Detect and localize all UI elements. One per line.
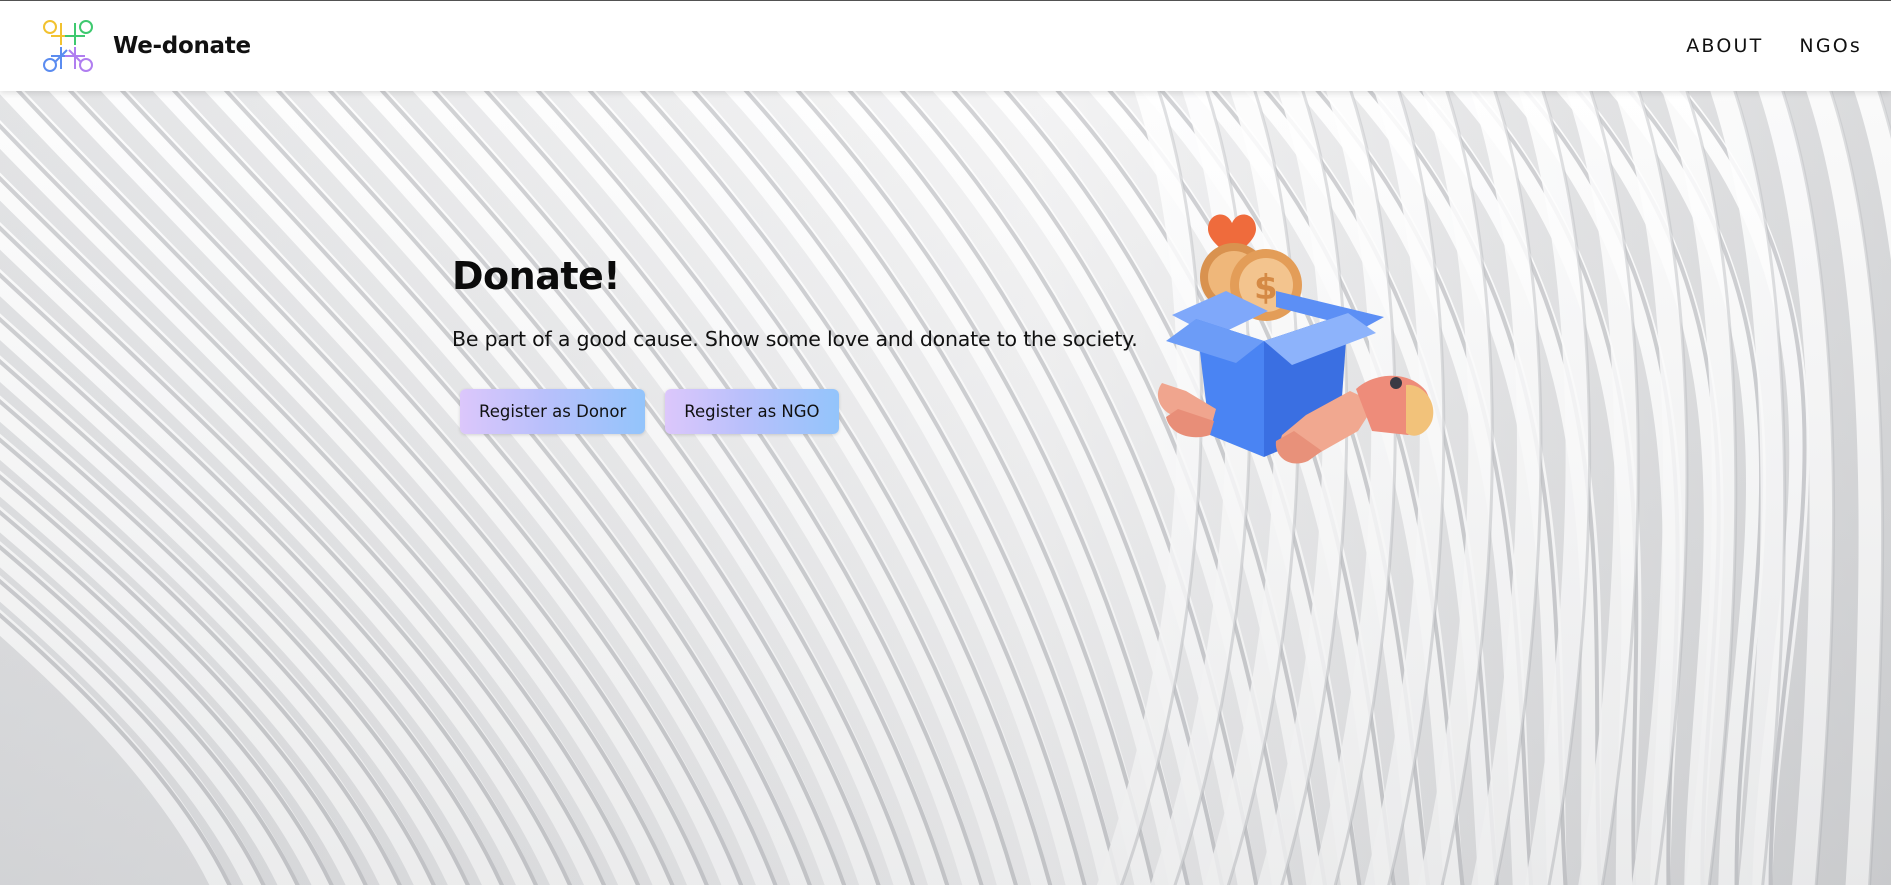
we-donate-logo-icon [43, 20, 93, 72]
svg-text:$: $ [1254, 268, 1278, 308]
register-ngo-button[interactable]: Register as NGO [665, 389, 839, 434]
hero-content: Donate! Be part of a good cause. Show so… [452, 254, 1138, 434]
hero-section: Donate! Be part of a good cause. Show so… [0, 91, 1891, 885]
nav-link-about[interactable]: ABOUT [1686, 35, 1763, 57]
main-nav: ABOUT NGOs [1650, 35, 1862, 57]
hero-subtitle: Be part of a good cause. Show some love … [452, 327, 1138, 351]
nav-link-ngos[interactable]: NGOs [1799, 35, 1862, 57]
register-donor-button[interactable]: Register as Donor [460, 389, 646, 434]
navbar: We-donate ABOUT NGOs [0, 1, 1891, 91]
hero-background-image [0, 91, 1891, 885]
donation-box-illustration: $ [1157, 214, 1434, 464]
brand-name: We-donate [113, 33, 251, 59]
hero-buttons: Register as Donor Register as NGO [460, 389, 1138, 434]
hero-title: Donate! [452, 254, 621, 298]
brand[interactable]: We-donate [42, 19, 251, 73]
